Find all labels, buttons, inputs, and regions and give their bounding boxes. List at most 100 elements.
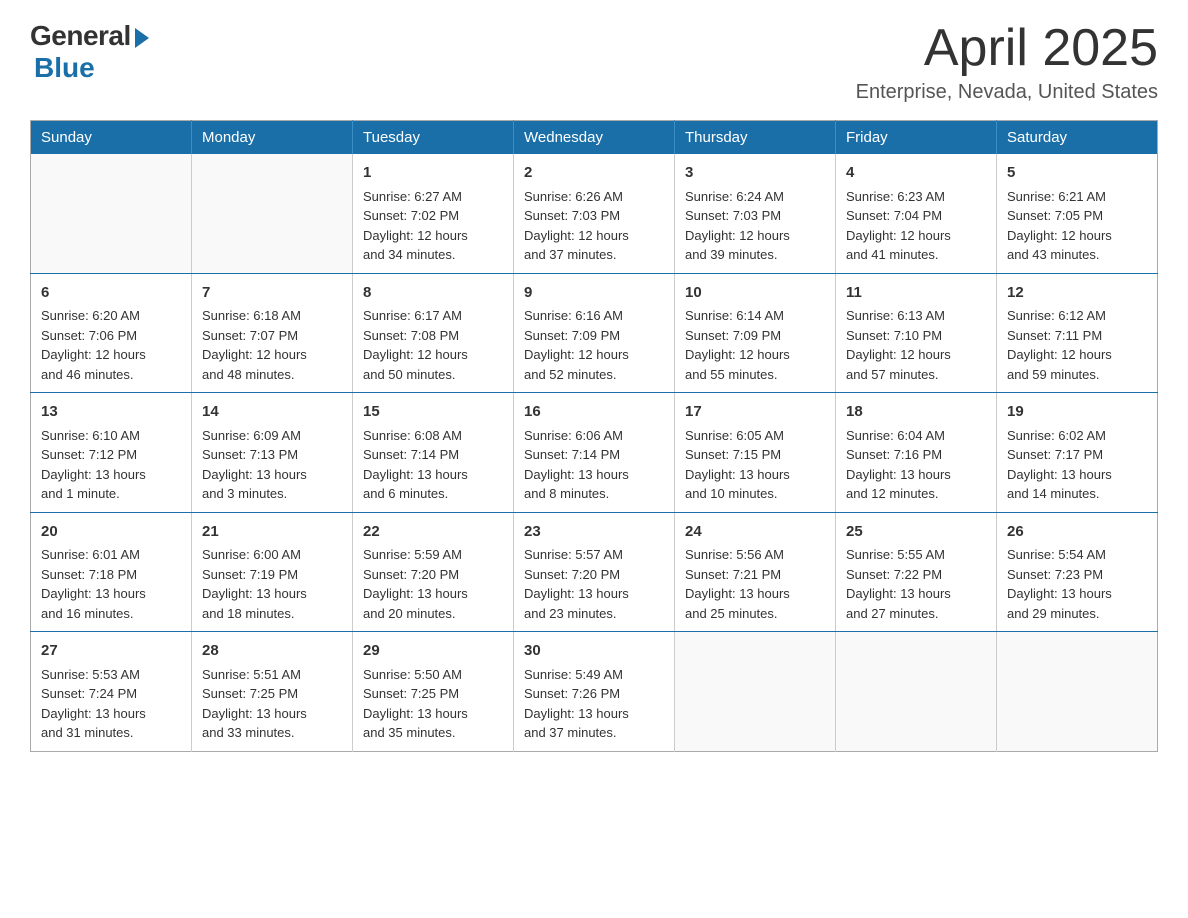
day-info: Sunrise: 6:21 AM Sunset: 7:05 PM Dayligh… (1007, 187, 1147, 265)
day-number: 28 (202, 640, 342, 663)
day-info: Sunrise: 5:49 AM Sunset: 7:26 PM Dayligh… (524, 665, 664, 743)
day-info: Sunrise: 6:16 AM Sunset: 7:09 PM Dayligh… (524, 306, 664, 384)
calendar-day-cell: 30Sunrise: 5:49 AM Sunset: 7:26 PM Dayli… (514, 632, 675, 752)
day-of-week-header: Sunday (31, 121, 192, 155)
calendar-day-cell: 17Sunrise: 6:05 AM Sunset: 7:15 PM Dayli… (675, 393, 836, 513)
day-info: Sunrise: 5:54 AM Sunset: 7:23 PM Dayligh… (1007, 545, 1147, 623)
day-of-week-header: Wednesday (514, 121, 675, 155)
logo-general-text: General (30, 20, 131, 52)
day-info: Sunrise: 6:14 AM Sunset: 7:09 PM Dayligh… (685, 306, 825, 384)
page-header: General Blue April 2025 Enterprise, Neva… (30, 20, 1158, 104)
calendar-day-cell: 9Sunrise: 6:16 AM Sunset: 7:09 PM Daylig… (514, 273, 675, 393)
calendar-day-cell: 7Sunrise: 6:18 AM Sunset: 7:07 PM Daylig… (192, 273, 353, 393)
day-info: Sunrise: 5:50 AM Sunset: 7:25 PM Dayligh… (363, 665, 503, 743)
calendar-week-row: 1Sunrise: 6:27 AM Sunset: 7:02 PM Daylig… (31, 154, 1158, 273)
calendar-day-cell: 15Sunrise: 6:08 AM Sunset: 7:14 PM Dayli… (353, 393, 514, 513)
day-number: 5 (1007, 162, 1147, 185)
calendar-week-row: 20Sunrise: 6:01 AM Sunset: 7:18 PM Dayli… (31, 512, 1158, 632)
calendar-day-cell: 26Sunrise: 5:54 AM Sunset: 7:23 PM Dayli… (997, 512, 1158, 632)
day-info: Sunrise: 5:59 AM Sunset: 7:20 PM Dayligh… (363, 545, 503, 623)
day-info: Sunrise: 6:20 AM Sunset: 7:06 PM Dayligh… (41, 306, 181, 384)
calendar-day-cell: 24Sunrise: 5:56 AM Sunset: 7:21 PM Dayli… (675, 512, 836, 632)
day-of-week-header: Thursday (675, 121, 836, 155)
day-of-week-header: Saturday (997, 121, 1158, 155)
day-info: Sunrise: 6:10 AM Sunset: 7:12 PM Dayligh… (41, 426, 181, 504)
day-number: 17 (685, 401, 825, 424)
title-block: April 2025 Enterprise, Nevada, United St… (856, 20, 1158, 104)
day-number: 4 (846, 162, 986, 185)
day-info: Sunrise: 6:05 AM Sunset: 7:15 PM Dayligh… (685, 426, 825, 504)
day-info: Sunrise: 6:08 AM Sunset: 7:14 PM Dayligh… (363, 426, 503, 504)
calendar-day-cell: 12Sunrise: 6:12 AM Sunset: 7:11 PM Dayli… (997, 273, 1158, 393)
calendar-day-cell: 10Sunrise: 6:14 AM Sunset: 7:09 PM Dayli… (675, 273, 836, 393)
calendar-day-cell: 6Sunrise: 6:20 AM Sunset: 7:06 PM Daylig… (31, 273, 192, 393)
day-number: 6 (41, 282, 181, 305)
calendar-day-cell: 27Sunrise: 5:53 AM Sunset: 7:24 PM Dayli… (31, 632, 192, 752)
day-number: 3 (685, 162, 825, 185)
day-number: 8 (363, 282, 503, 305)
calendar-day-cell (675, 632, 836, 752)
day-number: 15 (363, 401, 503, 424)
calendar-week-row: 13Sunrise: 6:10 AM Sunset: 7:12 PM Dayli… (31, 393, 1158, 513)
day-number: 2 (524, 162, 664, 185)
day-info: Sunrise: 5:57 AM Sunset: 7:20 PM Dayligh… (524, 545, 664, 623)
calendar-week-row: 6Sunrise: 6:20 AM Sunset: 7:06 PM Daylig… (31, 273, 1158, 393)
calendar-day-cell: 1Sunrise: 6:27 AM Sunset: 7:02 PM Daylig… (353, 154, 514, 273)
calendar-day-cell: 29Sunrise: 5:50 AM Sunset: 7:25 PM Dayli… (353, 632, 514, 752)
day-info: Sunrise: 6:02 AM Sunset: 7:17 PM Dayligh… (1007, 426, 1147, 504)
day-info: Sunrise: 6:27 AM Sunset: 7:02 PM Dayligh… (363, 187, 503, 265)
day-number: 19 (1007, 401, 1147, 424)
calendar-header-row: SundayMondayTuesdayWednesdayThursdayFrid… (31, 121, 1158, 155)
calendar-day-cell: 8Sunrise: 6:17 AM Sunset: 7:08 PM Daylig… (353, 273, 514, 393)
day-number: 22 (363, 521, 503, 544)
day-number: 7 (202, 282, 342, 305)
calendar-table: SundayMondayTuesdayWednesdayThursdayFrid… (30, 120, 1158, 752)
day-number: 10 (685, 282, 825, 305)
day-number: 9 (524, 282, 664, 305)
day-number: 24 (685, 521, 825, 544)
day-info: Sunrise: 6:13 AM Sunset: 7:10 PM Dayligh… (846, 306, 986, 384)
logo-arrow-icon (135, 28, 149, 48)
calendar-day-cell: 19Sunrise: 6:02 AM Sunset: 7:17 PM Dayli… (997, 393, 1158, 513)
day-info: Sunrise: 5:53 AM Sunset: 7:24 PM Dayligh… (41, 665, 181, 743)
day-number: 23 (524, 521, 664, 544)
calendar-day-cell: 16Sunrise: 6:06 AM Sunset: 7:14 PM Dayli… (514, 393, 675, 513)
day-info: Sunrise: 6:01 AM Sunset: 7:18 PM Dayligh… (41, 545, 181, 623)
logo: General Blue (30, 20, 149, 84)
day-number: 13 (41, 401, 181, 424)
day-info: Sunrise: 6:24 AM Sunset: 7:03 PM Dayligh… (685, 187, 825, 265)
day-info: Sunrise: 6:12 AM Sunset: 7:11 PM Dayligh… (1007, 306, 1147, 384)
day-number: 11 (846, 282, 986, 305)
calendar-day-cell: 21Sunrise: 6:00 AM Sunset: 7:19 PM Dayli… (192, 512, 353, 632)
day-of-week-header: Tuesday (353, 121, 514, 155)
day-number: 27 (41, 640, 181, 663)
logo-blue-text: Blue (34, 52, 95, 84)
calendar-day-cell (192, 154, 353, 273)
day-info: Sunrise: 6:09 AM Sunset: 7:13 PM Dayligh… (202, 426, 342, 504)
calendar-day-cell (836, 632, 997, 752)
day-number: 21 (202, 521, 342, 544)
day-of-week-header: Friday (836, 121, 997, 155)
day-number: 1 (363, 162, 503, 185)
day-info: Sunrise: 5:56 AM Sunset: 7:21 PM Dayligh… (685, 545, 825, 623)
calendar-day-cell: 14Sunrise: 6:09 AM Sunset: 7:13 PM Dayli… (192, 393, 353, 513)
calendar-day-cell: 13Sunrise: 6:10 AM Sunset: 7:12 PM Dayli… (31, 393, 192, 513)
day-number: 18 (846, 401, 986, 424)
day-info: Sunrise: 6:00 AM Sunset: 7:19 PM Dayligh… (202, 545, 342, 623)
day-info: Sunrise: 6:18 AM Sunset: 7:07 PM Dayligh… (202, 306, 342, 384)
calendar-day-cell: 11Sunrise: 6:13 AM Sunset: 7:10 PM Dayli… (836, 273, 997, 393)
day-number: 20 (41, 521, 181, 544)
calendar-day-cell: 28Sunrise: 5:51 AM Sunset: 7:25 PM Dayli… (192, 632, 353, 752)
day-info: Sunrise: 6:06 AM Sunset: 7:14 PM Dayligh… (524, 426, 664, 504)
calendar-day-cell: 20Sunrise: 6:01 AM Sunset: 7:18 PM Dayli… (31, 512, 192, 632)
day-info: Sunrise: 6:04 AM Sunset: 7:16 PM Dayligh… (846, 426, 986, 504)
calendar-day-cell: 22Sunrise: 5:59 AM Sunset: 7:20 PM Dayli… (353, 512, 514, 632)
calendar-day-cell (31, 154, 192, 273)
calendar-day-cell (997, 632, 1158, 752)
calendar-day-cell: 3Sunrise: 6:24 AM Sunset: 7:03 PM Daylig… (675, 154, 836, 273)
calendar-day-cell: 18Sunrise: 6:04 AM Sunset: 7:16 PM Dayli… (836, 393, 997, 513)
day-info: Sunrise: 5:51 AM Sunset: 7:25 PM Dayligh… (202, 665, 342, 743)
day-of-week-header: Monday (192, 121, 353, 155)
calendar-day-cell: 25Sunrise: 5:55 AM Sunset: 7:22 PM Dayli… (836, 512, 997, 632)
calendar-day-cell: 5Sunrise: 6:21 AM Sunset: 7:05 PM Daylig… (997, 154, 1158, 273)
